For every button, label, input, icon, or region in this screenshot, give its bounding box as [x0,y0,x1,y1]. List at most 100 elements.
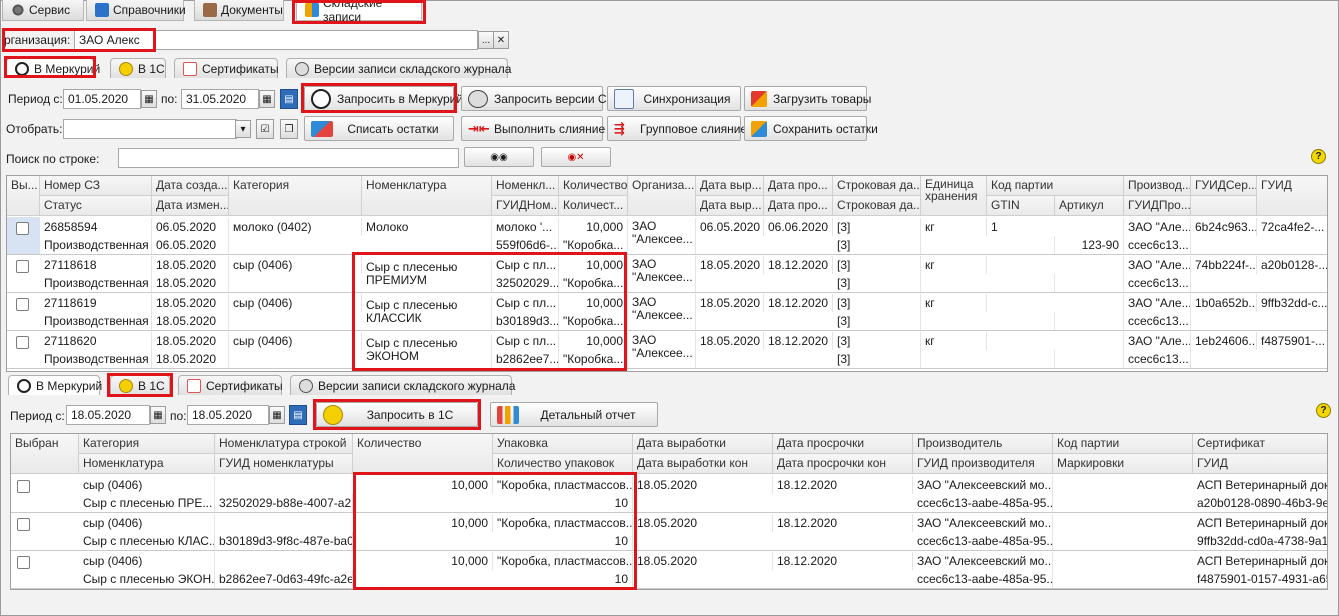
row-checkbox[interactable] [17,556,30,569]
period-from-field-2[interactable]: 18.05.2020 [66,405,150,425]
cell-producer_guid[interactable]: ccec6c13-aabe-485a-95... [913,532,1053,550]
tab-warehouse-records[interactable]: Складские записи [296,0,422,24]
row-checkbox[interactable] [17,518,30,531]
cell-qty[interactable]: 10,000 [559,218,628,236]
cell-category[interactable]: сыр (0406) [79,514,215,532]
select-field[interactable] [63,119,237,139]
cell-cert_guid[interactable]: f4875901-0157-4931-a65... [1193,570,1327,588]
column-header[interactable]: Дата про... [764,176,833,196]
cell-created[interactable]: 18.05.2020 [152,294,229,312]
cell-exp_date[interactable]: 18.12.2020 [773,476,913,494]
column-header[interactable]: Код партии [987,176,1124,196]
tab-service[interactable]: Сервис [2,0,84,21]
group-merge-button[interactable]: ⇶ Групповое слияние [607,116,747,141]
cell-producer_guid[interactable]: ccec6c13-aabe-485a-95... [913,494,1053,512]
period-to-field-2[interactable]: 18.05.2020 [187,405,269,425]
cell-prod_date[interactable]: 18.05.2020 [633,514,773,532]
help-icon[interactable]: ? [1316,403,1331,418]
column-header[interactable] [1191,196,1257,216]
column-header[interactable]: Дата выработки кон [633,454,773,474]
cell-producer_guid[interactable]: ccec6c13... [1124,274,1191,292]
column-header[interactable]: Количество упаковок [493,454,633,474]
cell-nomen_guid[interactable]: b30189d3-9f8c-487e-ba0... [215,532,353,550]
calendar-button[interactable]: ▦ [259,90,275,108]
cell-batch[interactable] [987,332,1124,350]
cell-created[interactable]: 06.05.2020 [152,218,229,236]
request-mercury-button[interactable]: Запросить в Меркурий [304,86,463,111]
cell-num[interactable]: 27118619 [40,294,152,312]
cell-nomen[interactable]: Сыр с плесенью КЛАС... [79,532,215,550]
cell-qty2[interactable]: "Коробка... [559,350,628,368]
cell-qty[interactable]: 10,000 [559,332,628,350]
cell-nomen[interactable]: Сыр с плесенью ПРЕ... [79,494,215,512]
cell-str2[interactable]: [3] [833,236,921,254]
cell-nomen_short[interactable]: Сыр с пл... [492,256,559,274]
calendar-button[interactable]: ▦ [141,90,157,108]
cell-exp_date[interactable]: 18.12.2020 [764,332,833,350]
cell-category[interactable]: сыр (0406) [229,332,362,350]
column-header[interactable]: Количество [353,434,493,474]
column-header[interactable]: Дата выр... [696,176,764,196]
detailed-report-button[interactable]: Детальный отчет [490,402,658,427]
request-versions-button[interactable]: Запросить версии СЗ [461,86,614,111]
cell-prod_date[interactable]: 18.05.2020 [696,332,764,350]
cell-qty[interactable]: 10,000 [559,256,628,274]
column-header[interactable]: Количест... [559,196,628,216]
cell-pack[interactable]: "Коробка, пластмассов... [493,514,633,532]
cell-status[interactable]: Производственная [40,312,152,330]
column-header[interactable]: ГУИДСер... [1191,176,1257,196]
cell-unit[interactable]: кг [921,256,987,274]
cell-producer[interactable]: ЗАО "Але... [1124,256,1191,274]
cell-batch[interactable] [987,294,1124,312]
column-header[interactable]: Вы... [7,176,40,216]
load-goods-button[interactable]: Загрузить товары [744,86,871,111]
cell-changed[interactable]: 18.05.2020 [152,350,229,368]
cell-producer[interactable]: ЗАО "Але... [1124,294,1191,312]
period-select-button-2[interactable]: ▤ [289,405,307,425]
row-checkbox[interactable] [17,480,30,493]
cell-cert[interactable]: АСП Ветеринарный док... [1193,514,1327,532]
cell-org[interactable]: ЗАО "Алексее... [628,332,696,368]
cell-gtin[interactable] [987,274,1055,292]
sync-button[interactable]: Синхронизация [607,86,741,111]
cell-status[interactable]: Производственная [40,236,152,254]
cell-str1[interactable]: [3] [833,218,921,236]
calendar-button[interactable]: ▦ [269,406,285,424]
cell-nomen_guid[interactable]: b2862ee7... [492,350,559,368]
search-button[interactable]: ◉◉ [464,147,534,167]
column-header[interactable]: Дата созда... [152,176,229,196]
cell-producer_guid[interactable]: ccec6c13... [1124,312,1191,330]
cell-category[interactable]: молоко (0402) [229,218,362,236]
cell-qty2[interactable]: "Коробка... [559,312,628,330]
tab-versions[interactable]: Версии записи складского журнала [286,58,511,78]
search-input[interactable] [118,148,459,168]
column-header[interactable]: ГУИДНом... [492,196,559,216]
cell-num[interactable]: 26858594 [40,218,152,236]
row-checkbox[interactable] [16,222,29,235]
filter-apply-button[interactable]: ☑ [256,119,274,139]
cell-cert_guid[interactable]: 6b24c963... [1191,218,1257,236]
tab-versions-2[interactable]: Версии записи складского журнала [290,375,515,395]
cell-qty[interactable]: 10,000 [353,476,493,494]
tab-directories[interactable]: Справочники [86,0,186,21]
cell-prod_date[interactable]: 06.05.2020 [696,218,764,236]
cell-pack_qty[interactable]: 10 [493,570,633,588]
cell-nomen_guid[interactable]: 32502029... [492,274,559,292]
cell-qty[interactable]: 10,000 [353,552,493,570]
cell-prod_date[interactable]: 18.05.2020 [696,294,764,312]
tab-documents[interactable]: Документы [194,0,284,21]
cell-exp_date[interactable]: 18.12.2020 [773,514,913,532]
request-1c-button[interactable]: Запросить в 1С [316,402,478,427]
cell-prod_date[interactable]: 18.05.2020 [633,476,773,494]
tab-certificates-2[interactable]: Сертификаты [178,375,283,395]
cell-category[interactable]: сыр (0406) [79,476,215,494]
tab-to-1c-2[interactable]: В 1С [110,375,170,395]
cell-guid[interactable]: f4875901-... [1257,332,1327,350]
cell-nomen_guid[interactable]: b2862ee7-0d63-49fc-a2e... [215,570,353,588]
column-header[interactable]: ГУИД [1193,454,1327,474]
select-dropdown-button[interactable]: ▾ [235,120,251,138]
cell-cert_guid[interactable]: a20b0128-0890-46b3-9ec... [1193,494,1327,512]
cell-article[interactable]: 123-90 [1055,236,1124,254]
cell-nomen[interactable]: Сыр с плесенью КЛАССИК [362,297,492,331]
cell-qty[interactable]: 10,000 [559,294,628,312]
